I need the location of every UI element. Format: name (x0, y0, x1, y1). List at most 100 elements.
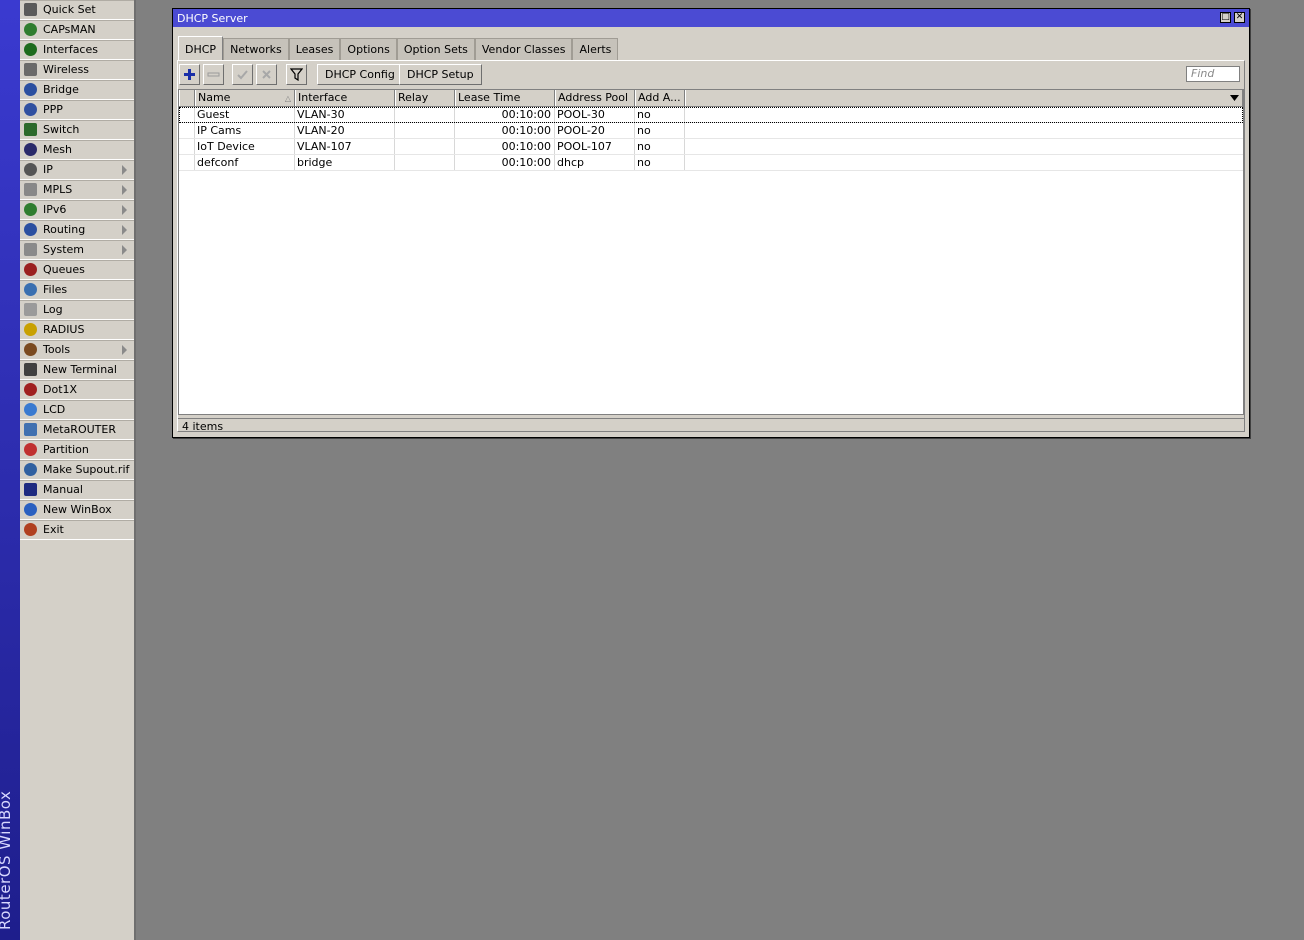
submenu-arrow-icon (122, 225, 127, 235)
menu-item-mpls[interactable]: MPLS (20, 180, 134, 200)
maximize-button[interactable]: □ (1220, 12, 1231, 23)
menu-item-label: IP (43, 163, 53, 176)
menu-item-label: Wireless (43, 63, 90, 76)
menu-item-label: Dot1X (43, 383, 78, 396)
terminal-icon (24, 363, 37, 376)
menu-item-dot1x[interactable]: Dot1X (20, 380, 134, 400)
column-header-address-pool[interactable]: Address Pool (555, 90, 635, 106)
files-icon (24, 283, 37, 296)
menu-item-label: Switch (43, 123, 80, 136)
menu-item-tools[interactable]: Tools (20, 340, 134, 360)
column-header-interface[interactable]: Interface (295, 90, 395, 106)
menu-item-label: Routing (43, 223, 86, 236)
menu-item-switch[interactable]: Switch (20, 120, 134, 140)
menu-item-label: PPP (43, 103, 63, 116)
menu-item-wireless[interactable]: Wireless (20, 60, 134, 80)
submenu-arrow-icon (122, 165, 127, 175)
minus-icon (207, 72, 220, 77)
menu-item-ipv6[interactable]: IPv6 (20, 200, 134, 220)
status-bar: 4 items (178, 418, 1244, 434)
table-row[interactable]: Guest VLAN-30 00:10:00 POOL-30 no (179, 107, 1243, 123)
row-filler (685, 123, 1243, 138)
tab-dhcp[interactable]: DHCP (178, 36, 224, 61)
menu-item-new-terminal[interactable]: New Terminal (20, 360, 134, 380)
tab-networks[interactable]: Networks (223, 38, 289, 60)
table-row[interactable]: IoT Device VLAN-107 00:10:00 POOL-107 no (179, 139, 1243, 155)
menu-item-ip[interactable]: IP (20, 160, 134, 180)
close-button[interactable]: ✕ (1234, 12, 1245, 23)
menu-item-label: Queues (43, 263, 85, 276)
menu-item-partition[interactable]: Partition (20, 440, 134, 460)
add-button[interactable] (179, 64, 200, 85)
cell-lease-time: 00:10:00 (455, 155, 555, 170)
plus-icon (184, 69, 195, 80)
menu-item-radius[interactable]: RADIUS (20, 320, 134, 340)
supout-icon (24, 463, 37, 476)
dhcp-table: Name △ Interface Relay Lease Time Address Poo… (178, 89, 1244, 415)
table-row[interactable]: IP Cams VLAN-20 00:10:00 POOL-20 no (179, 123, 1243, 139)
cell-address-pool: POOL-20 (555, 123, 635, 138)
row-selector (179, 123, 195, 138)
cell-name: Guest (195, 107, 295, 122)
ip-icon (24, 163, 37, 176)
brand-bar: RouterOS WinBox (0, 0, 20, 940)
window-titlebar[interactable]: DHCP Server □ ✕ (173, 9, 1249, 27)
menu-item-mesh[interactable]: Mesh (20, 140, 134, 160)
cell-add-arp: no (635, 155, 685, 170)
column-header-name[interactable]: Name △ (195, 90, 295, 106)
cell-add-arp: no (635, 123, 685, 138)
filter-button[interactable] (286, 64, 307, 85)
table-header: Name △ Interface Relay Lease Time Address Poo… (179, 90, 1243, 107)
menu-item-capsman[interactable]: CAPsMAN (20, 20, 134, 40)
manual-icon (24, 483, 37, 496)
tab-options[interactable]: Options (340, 38, 397, 60)
capsman-icon (24, 23, 37, 36)
column-header-lease-time[interactable]: Lease Time (455, 90, 555, 106)
menu-item-label: Bridge (43, 83, 79, 96)
menu-item-log[interactable]: Log (20, 300, 134, 320)
menu-item-lcd[interactable]: LCD (20, 400, 134, 420)
mpls-icon (24, 183, 37, 196)
menu-item-files[interactable]: Files (20, 280, 134, 300)
cell-interface: bridge (295, 155, 395, 170)
cell-name: defconf (195, 155, 295, 170)
menu-item-exit[interactable]: Exit (20, 520, 134, 540)
find-input[interactable]: Find (1186, 66, 1240, 82)
menu-item-label: Tools (43, 343, 71, 356)
menu-item-label: Mesh (43, 143, 72, 156)
menu-item-manual[interactable]: Manual (20, 480, 134, 500)
tab-alerts[interactable]: Alerts (572, 38, 619, 60)
cell-relay (395, 155, 455, 170)
menu-item-label: Make Supout.rif (43, 463, 130, 476)
column-picker[interactable] (685, 90, 1243, 106)
menu-item-interfaces[interactable]: Interfaces (20, 40, 134, 60)
dot1x-icon (24, 383, 37, 396)
menu-item-metarouter[interactable]: MetaROUTER (20, 420, 134, 440)
menu-item-quick-set[interactable]: Quick Set (20, 0, 134, 20)
dhcp-setup-button[interactable]: DHCP Setup (399, 64, 482, 85)
remove-button[interactable] (203, 64, 224, 85)
menu-item-label: System (43, 243, 85, 256)
enable-button[interactable] (232, 64, 253, 85)
menu-item-label: Exit (43, 523, 64, 536)
menu-item-bridge[interactable]: Bridge (20, 80, 134, 100)
column-header-relay[interactable]: Relay (395, 90, 455, 106)
menu-item-make-supout-rif[interactable]: Make Supout.rif (20, 460, 134, 480)
menu-item-ppp[interactable]: PPP (20, 100, 134, 120)
menu-item-system[interactable]: System (20, 240, 134, 260)
disable-button[interactable] (256, 64, 277, 85)
dhcp-config-button[interactable]: DHCP Config (317, 64, 403, 85)
tab-option-sets[interactable]: Option Sets (396, 38, 475, 60)
cell-interface: VLAN-107 (295, 139, 395, 154)
cell-relay (395, 107, 455, 122)
tab-vendor-classes[interactable]: Vendor Classes (474, 38, 573, 60)
cell-address-pool: dhcp (555, 155, 635, 170)
menu-item-queues[interactable]: Queues (20, 260, 134, 280)
submenu-arrow-icon (122, 245, 127, 255)
tab-leases[interactable]: Leases (288, 38, 341, 60)
menu-item-new-winbox[interactable]: New WinBox (20, 500, 134, 520)
column-header-add-a[interactable]: Add A... (635, 90, 685, 106)
table-row[interactable]: defconf bridge 00:10:00 dhcp no (179, 155, 1243, 171)
menu-item-routing[interactable]: Routing (20, 220, 134, 240)
cell-address-pool: POOL-107 (555, 139, 635, 154)
